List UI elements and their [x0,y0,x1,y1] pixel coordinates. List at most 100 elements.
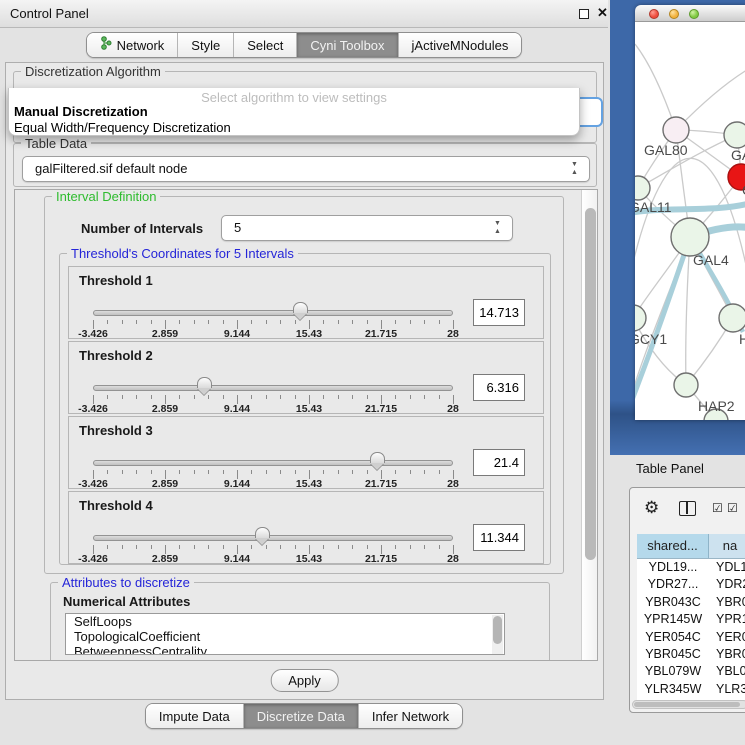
tab-style[interactable]: Style [178,33,234,57]
threshold-value-field[interactable] [473,524,525,551]
algorithm-option-manual[interactable]: Manual Discretization [14,104,148,119]
slider-track[interactable] [93,535,453,541]
table-panel: ⚙ ☑ ☑ shared... na YDL19...YDL1YDR27...Y… [629,487,745,713]
table-row[interactable]: YBR043CYBR0 [637,594,745,611]
attribute-list-item[interactable]: TopologicalCoefficient [66,629,504,644]
float-panel-icon[interactable] [579,9,589,19]
scrollbar-thumb[interactable] [634,702,740,707]
tab-cyni-toolbox[interactable]: Cyni Toolbox [297,33,398,57]
threshold-row: Threshold 2 -3.4262.8599.14415.4321.71528 [68,341,544,414]
settings-vertical-scrollbar[interactable] [581,190,598,660]
network-canvas[interactable]: GAL80 GA C GAL11 GAL4 GCY1 H HAP2 [635,22,745,420]
table-row[interactable]: YPR145WYPR1 [637,611,745,628]
tab-select[interactable]: Select [234,33,297,57]
control-panel-titlebar: Control Panel ✕ [0,0,608,28]
node-label: GAL4 [693,252,729,268]
node-gal4[interactable] [671,218,709,256]
cell-name[interactable]: YBR0 [709,594,745,611]
table-panel-title: Table Panel [636,461,704,476]
table-horizontal-scrollbar[interactable] [632,700,745,709]
tab-discretize-data[interactable]: Discretize Data [244,704,359,728]
discretization-algorithm-group-title: Discretization Algorithm [21,64,165,79]
threshold-label: Threshold 2 [79,348,153,363]
minimize-traffic-light[interactable] [669,9,679,19]
interval-definition-title: Interval Definition [52,189,160,204]
tab-impute-data[interactable]: Impute Data [146,704,244,728]
close-panel-icon[interactable]: ✕ [597,5,608,21]
slider-thumb[interactable] [370,452,385,463]
tab-label: Network [117,34,165,57]
attributes-list-scrollbar[interactable] [492,615,503,655]
cell-shared-name[interactable]: YDR27... [637,576,709,593]
zoom-traffic-light[interactable] [689,9,699,19]
slider-track[interactable] [93,385,453,391]
numerical-attributes-label: Numerical Attributes [63,594,190,609]
node-h[interactable] [719,304,745,332]
threshold-value-field[interactable] [473,374,525,401]
settings-scrollpane: Interval Definition Number of Intervals … [14,189,598,661]
slider-tick-labels: -3.4262.8599.14415.4321.71528 [93,553,453,565]
tab-infer-network[interactable]: Infer Network [359,704,462,728]
number-of-intervals-combobox[interactable]: 5 [221,215,513,241]
cell-name[interactable]: YBR0 [709,646,745,663]
slider-tick-labels: -3.4262.8599.14415.4321.71528 [93,403,453,415]
node-gal11[interactable] [635,176,650,200]
cell-shared-name[interactable]: YDL19... [637,559,709,576]
bottom-tab-bar: Impute Data Discretize Data Infer Networ… [0,703,608,729]
node-gal80[interactable] [663,117,689,143]
cell-name[interactable]: YLR3 [709,681,745,698]
cell-name[interactable]: YDL1 [709,559,745,576]
slider-thumb[interactable] [197,377,212,388]
node-hap2[interactable] [674,373,698,397]
attribute-list-item[interactable]: SelfLoops [66,614,504,629]
table-row[interactable]: YLR345WYLR3 [637,681,745,698]
checkbox-icon[interactable]: ☑ [727,501,738,515]
cell-shared-name[interactable]: YBL079W [637,663,709,680]
stepper-icon [494,220,503,236]
slider-thumb[interactable] [255,527,270,538]
node-gcy1[interactable] [635,305,646,331]
checkbox-icon[interactable]: ☑ [712,501,723,515]
cell-shared-name[interactable]: YBR043C [637,594,709,611]
tab-network[interactable]: Network [87,33,179,57]
gear-icon[interactable]: ⚙ [644,498,659,518]
table-row[interactable]: YBL079WYBL0 [637,663,745,680]
cell-name[interactable]: YBL0 [709,663,745,680]
table-header-row: shared... na [637,534,745,559]
cell-shared-name[interactable]: YLR345W [637,681,709,698]
attribute-list-item[interactable]: BetweennessCentrality [66,644,504,655]
close-traffic-light[interactable] [649,9,659,19]
column-header-name[interactable]: na [709,534,745,558]
cell-name[interactable]: YER0 [709,629,745,646]
apply-button[interactable]: Apply [270,669,339,692]
slider-tick-labels: -3.4262.8599.14415.4321.71528 [93,328,453,340]
node-ga[interactable] [724,122,745,148]
table-data-combobox[interactable]: galFiltered.sif default node [22,156,590,182]
cell-shared-name[interactable]: YPR145W [637,611,709,628]
top-tab-bar: Network Style Select Cyni Toolbox jActiv… [0,32,608,58]
slider-track[interactable] [93,310,453,316]
algorithm-option-equal-width[interactable]: Equal Width/Frequency Discretization [14,120,231,135]
threshold-value-field[interactable] [473,299,525,326]
table-row[interactable]: YER054CYER0 [637,629,745,646]
threshold-value-field[interactable] [473,449,525,476]
table-row[interactable]: YDL19...YDL1 [637,559,745,576]
cell-name[interactable]: YPR1 [709,611,745,628]
tab-jactivemnodules[interactable]: jActiveMNodules [399,33,522,57]
cell-name[interactable]: YDR2 [709,576,745,593]
slider-track[interactable] [93,460,453,466]
cell-shared-name[interactable]: YBR045C [637,646,709,663]
node-label: GAL11 [635,199,672,215]
node-table: shared... na YDL19...YDL1YDR27...YDR2YBR… [637,534,745,700]
column-header-shared[interactable]: shared... [637,534,709,558]
node-label: H [739,331,745,347]
slider-thumb[interactable] [293,302,308,313]
table-row[interactable]: YDR27...YDR2 [637,576,745,593]
scrollbar-thumb[interactable] [585,208,596,560]
thresholds-group-title: Threshold's Coordinates for 5 Intervals [67,246,298,261]
cell-shared-name[interactable]: YER054C [637,629,709,646]
split-columns-icon[interactable] [679,501,696,516]
screen: Control Panel ✕ Network Style Select [0,0,745,745]
table-row[interactable]: YBR045CYBR0 [637,646,745,663]
node-label: HAP2 [698,398,735,414]
